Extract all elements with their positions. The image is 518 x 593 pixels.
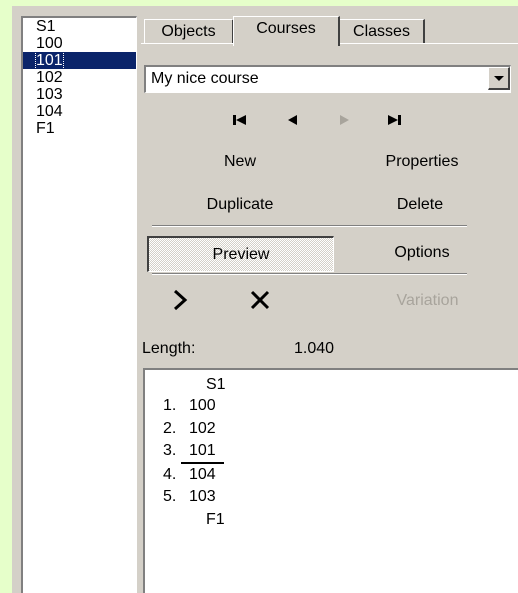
list-item[interactable]: 104 [23, 103, 136, 120]
tab-body-edge [141, 43, 234, 44]
course-list[interactable]: S1 1. 100 2. 102 3. 101 4. 104 5. 103 F1 [143, 368, 518, 593]
course-select-value: My nice course [151, 70, 259, 87]
list-item[interactable]: 102 [23, 69, 136, 86]
length-label: Length: [142, 340, 196, 357]
tab-objects[interactable]: Objects [144, 19, 234, 44]
course-select[interactable]: My nice course [144, 65, 511, 93]
last-icon[interactable] [384, 112, 404, 128]
first-icon[interactable] [230, 112, 250, 128]
controls-list[interactable]: S1 100 101 102 103 104 F1 [21, 16, 137, 593]
tab-classes[interactable]: Classes [339, 19, 425, 44]
variation-button: Variation [396, 292, 459, 309]
preview-label: Preview [212, 246, 270, 263]
divider [152, 273, 467, 275]
tab-courses[interactable]: Courses [233, 16, 340, 46]
options-label: Options [394, 244, 450, 261]
delete-button[interactable]: Delete [375, 196, 465, 214]
list-item-selected[interactable]: 101 [23, 51, 136, 70]
length-value: 1.040 [294, 340, 335, 357]
next-icon [340, 115, 349, 125]
properties-button[interactable]: Properties [372, 153, 472, 171]
divider [152, 225, 467, 227]
tab-label: Classes [353, 23, 410, 40]
list-item[interactable]: F1 [23, 120, 136, 137]
preview-button[interactable]: Preview [147, 236, 334, 272]
chevron-down-icon[interactable] [488, 67, 510, 90]
previous-icon[interactable] [283, 112, 303, 128]
new-button[interactable]: New [205, 153, 275, 171]
list-item[interactable]: 103 [23, 86, 136, 103]
duplicate-button[interactable]: Duplicate [185, 196, 295, 214]
list-item[interactable]: S1 [23, 18, 136, 35]
close-icon[interactable] [248, 288, 272, 312]
tab-label: Objects [161, 23, 216, 40]
list-item[interactable]: 100 [23, 35, 136, 52]
tab-label: Courses [256, 20, 316, 37]
chevron-right-icon[interactable] [169, 288, 191, 312]
tab-body-edge [340, 43, 518, 44]
options-button[interactable]: Options [336, 236, 508, 272]
